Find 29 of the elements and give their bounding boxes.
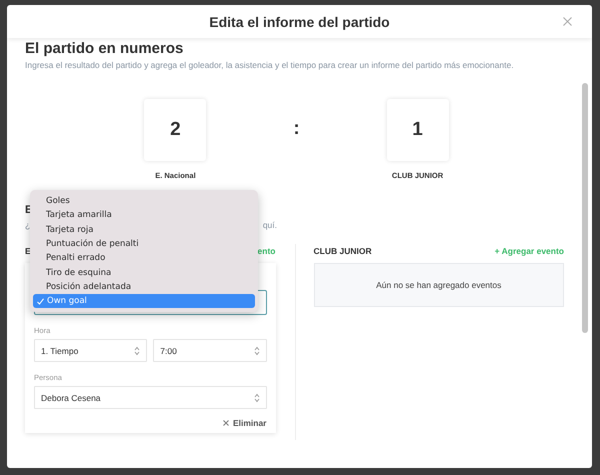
dropdown-option[interactable]: Posición adelantada [33, 280, 255, 294]
section-description: Ingresa el resultado del partido y agrega el goleador, la asistencia y el tiempo para crear un informe del partido más emocionante. [25, 60, 515, 70]
events-description-end: quí. [262, 220, 277, 230]
stepper-icon [254, 392, 260, 402]
period-select[interactable]: 1. Tiempo [34, 339, 148, 362]
dropdown-option[interactable]: Tiro de esquina [33, 265, 255, 280]
dropdown-option[interactable]: Tarjeta amarilla [33, 208, 255, 223]
dropdown-option[interactable]: Goles [33, 194, 255, 208]
minute-select[interactable]: 7:00 [153, 339, 266, 362]
section-title: El partido en numeros [25, 40, 184, 57]
scrollbar-thumb[interactable] [582, 83, 588, 333]
score-field[interactable]: 1 [386, 99, 449, 161]
dropdown-option[interactable]: Tarjeta roja [33, 222, 255, 237]
stepper-icon [254, 346, 260, 356]
events-description-start: ¿ [25, 220, 30, 230]
delete-button[interactable]: Eliminar [222, 418, 266, 428]
team-label: CLUB JUNIOR [314, 246, 372, 256]
score-separator: : [293, 118, 300, 140]
score-field[interactable]: 2 [144, 99, 206, 161]
dropdown-option[interactable]: Penalti errado [33, 251, 255, 266]
stepper-icon [134, 346, 140, 356]
empty-events-message: Aún no se han agregado eventos [314, 263, 564, 307]
dropdown-option[interactable]: Puntuación de penalti [33, 236, 255, 252]
person-select[interactable]: Debora Cesena [34, 386, 266, 409]
close-icon [222, 420, 229, 426]
dialog-title: Edita el informe del partido [209, 14, 390, 30]
team-label: E [25, 246, 31, 256]
check-icon [37, 298, 44, 305]
close-icon[interactable] [563, 17, 572, 26]
